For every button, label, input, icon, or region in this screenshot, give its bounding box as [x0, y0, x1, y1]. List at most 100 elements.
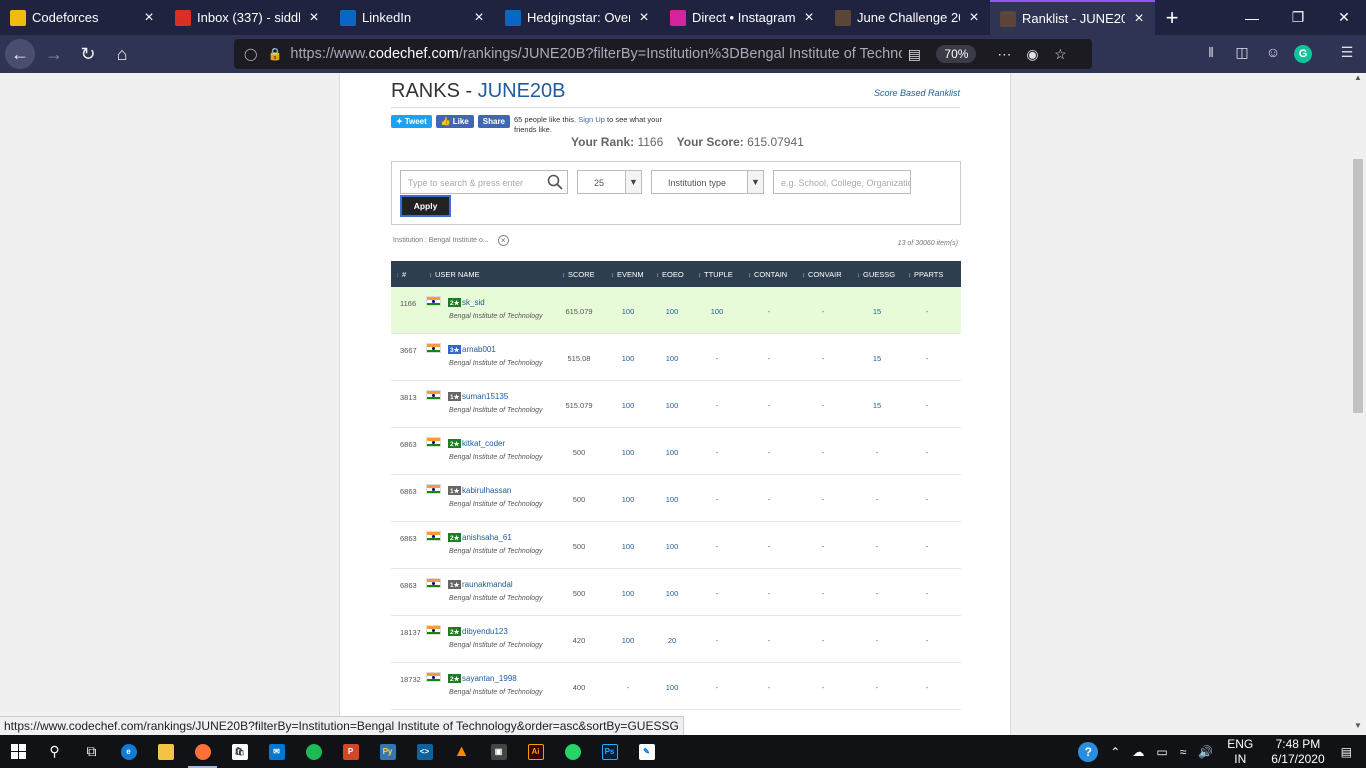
mail-icon[interactable]: ✉: [258, 735, 295, 768]
edge-icon[interactable]: e: [110, 735, 147, 768]
back-button[interactable]: ←: [5, 39, 35, 69]
media-app-icon[interactable]: ▣: [480, 735, 517, 768]
tab-6[interactable]: Ranklist - JUNE20B | ×: [990, 0, 1155, 35]
vscode-icon[interactable]: <>: [406, 735, 443, 768]
username-link[interactable]: sk_sid: [462, 298, 485, 307]
evenm-cell[interactable]: 100: [608, 448, 648, 457]
table-row[interactable]: 6863 2★ kitkat_coder Bengal Institute of Te…: [391, 428, 961, 475]
signup-link[interactable]: Sign Up: [578, 115, 605, 124]
search-icon[interactable]: ⚲: [36, 735, 73, 768]
close-tab-icon[interactable]: ×: [966, 9, 982, 26]
username-link[interactable]: kabirulhassan: [462, 486, 511, 495]
minimize-button[interactable]: —: [1229, 0, 1275, 35]
institution-type-select[interactable]: Institution type ▼: [651, 170, 764, 194]
column-header[interactable]: ↕ CONTAIN: [748, 270, 787, 279]
table-row[interactable]: 3813 1★ suman15135 Bengal Institute of Tech…: [391, 381, 961, 428]
sort-icon[interactable]: ↕: [748, 273, 751, 279]
table-row[interactable]: 1166 2★ sk_sid Bengal Institute of Technolo…: [391, 287, 961, 334]
store-icon[interactable]: 🛍: [221, 735, 258, 768]
tab-2[interactable]: LinkedIn ×: [330, 0, 495, 35]
per-page-select[interactable]: 25 ▼: [577, 170, 642, 194]
sort-icon[interactable]: ↕: [698, 273, 701, 279]
apply-button[interactable]: Apply: [400, 195, 451, 217]
file-explorer-icon[interactable]: [147, 735, 184, 768]
url-bar[interactable]: ◯ 🔒 https://www.codechef.com/rankings/JU…: [234, 39, 1092, 69]
table-row[interactable]: 6863 2★ anishsaha_61 Bengal Institute of Te…: [391, 522, 961, 569]
eoeo-cell[interactable]: 100: [652, 401, 692, 410]
eoeo-cell[interactable]: 100: [652, 307, 692, 316]
page-scrollbar[interactable]: ▲ ▼: [1350, 73, 1366, 735]
powerpoint-icon[interactable]: P: [332, 735, 369, 768]
zoom-level[interactable]: 70%: [936, 45, 977, 63]
sort-icon[interactable]: ↕: [857, 273, 860, 279]
username-link[interactable]: dibyendu123: [462, 627, 508, 636]
sort-icon[interactable]: ↕: [562, 273, 565, 279]
username-link[interactable]: anishsaha_61: [462, 533, 512, 542]
contest-code[interactable]: JUNE20B: [478, 80, 566, 102]
vlc-icon[interactable]: ▲: [443, 735, 480, 768]
institution-link[interactable]: Bengal Institute of Technology: [449, 642, 543, 649]
tab-3[interactable]: Hedgingstar: Overv ×: [495, 0, 660, 35]
spotify-icon[interactable]: [295, 735, 332, 768]
sort-icon[interactable]: ↕: [429, 273, 432, 279]
institution-link[interactable]: Bengal Institute of Technology: [449, 454, 543, 461]
lock-icon[interactable]: 🔒: [267, 47, 282, 61]
task-view-icon[interactable]: ⧉: [73, 735, 110, 768]
sort-icon[interactable]: ↕: [802, 273, 805, 279]
scroll-down-arrow[interactable]: ▼: [1350, 721, 1366, 735]
institution-link[interactable]: Bengal Institute of Technology: [449, 548, 543, 555]
chevron-down-icon[interactable]: ▼: [625, 171, 641, 193]
windows-start-icon[interactable]: [0, 735, 36, 768]
institution-link[interactable]: Bengal Institute of Technology: [449, 689, 543, 696]
evenm-cell[interactable]: 100: [608, 354, 648, 363]
sort-icon[interactable]: ↕: [396, 273, 399, 279]
username-link[interactable]: raunakmandal: [462, 580, 513, 589]
table-row[interactable]: 18137 2★ dibyendu123 Bengal Institute of Te…: [391, 616, 961, 663]
eoeo-cell[interactable]: 100: [652, 683, 692, 692]
share-button[interactable]: Share: [477, 115, 510, 128]
evenm-cell[interactable]: 100: [608, 495, 648, 504]
guessg-cell[interactable]: 15: [857, 401, 897, 410]
url-text[interactable]: https://www.codechef.com/rankings/JUNE20…: [290, 46, 902, 62]
evenm-cell[interactable]: 100: [608, 401, 648, 410]
grammarly-icon[interactable]: G: [1294, 45, 1312, 63]
close-tab-icon[interactable]: ×: [1131, 10, 1147, 27]
input-language[interactable]: ENG IN: [1227, 737, 1253, 767]
reader-view-icon[interactable]: ▤: [902, 46, 926, 63]
account-icon[interactable]: ☺: [1261, 44, 1285, 64]
column-header[interactable]: ↕ GUESSG: [857, 270, 895, 279]
photoshop-icon[interactable]: Ps: [591, 735, 628, 768]
remove-filter-icon[interactable]: ×: [497, 235, 509, 246]
notifications-icon[interactable]: ▤: [1341, 745, 1352, 759]
search-input[interactable]: Type to search & press enter: [400, 170, 568, 194]
scrollbar-thumb[interactable]: [1353, 159, 1363, 413]
eoeo-cell[interactable]: 100: [652, 589, 692, 598]
eoeo-cell[interactable]: 100: [652, 448, 692, 457]
firefox-icon[interactable]: [184, 735, 221, 768]
tracking-shield-icon[interactable]: ◯: [244, 47, 257, 61]
battery-icon[interactable]: ▭: [1156, 745, 1167, 759]
chevron-down-icon[interactable]: ▼: [747, 171, 763, 193]
table-row[interactable]: 6863 1★ kabirulhassan Bengal Institute of T…: [391, 475, 961, 522]
sort-icon[interactable]: ↕: [908, 273, 911, 279]
column-header[interactable]: ↕ EOEO: [656, 270, 684, 279]
guessg-cell[interactable]: 15: [857, 354, 897, 363]
eoeo-cell[interactable]: 100: [652, 495, 692, 504]
evenm-cell[interactable]: 100: [608, 636, 648, 645]
scroll-up-arrow[interactable]: ▲: [1350, 73, 1366, 87]
search-icon[interactable]: [547, 174, 563, 190]
close-tab-icon[interactable]: ×: [801, 9, 817, 26]
tab-0[interactable]: Codeforces ×: [0, 0, 165, 35]
close-window-button[interactable]: ✕: [1321, 0, 1366, 35]
menu-icon[interactable]: ☰: [1335, 44, 1359, 64]
column-header[interactable]: ↕ #: [396, 270, 406, 279]
institution-link[interactable]: Bengal Institute of Technology: [449, 501, 543, 508]
home-button[interactable]: ⌂: [107, 39, 137, 69]
institution-link[interactable]: Bengal Institute of Technology: [449, 360, 543, 367]
evenm-cell[interactable]: 100: [608, 589, 648, 598]
clock[interactable]: 7:48 PM 6/17/2020: [1271, 737, 1324, 767]
guessg-cell[interactable]: 15: [857, 307, 897, 316]
forward-button[interactable]: →: [39, 39, 69, 69]
eoeo-cell[interactable]: 100: [652, 354, 692, 363]
bookmark-star-icon[interactable]: ☆: [1048, 46, 1072, 63]
